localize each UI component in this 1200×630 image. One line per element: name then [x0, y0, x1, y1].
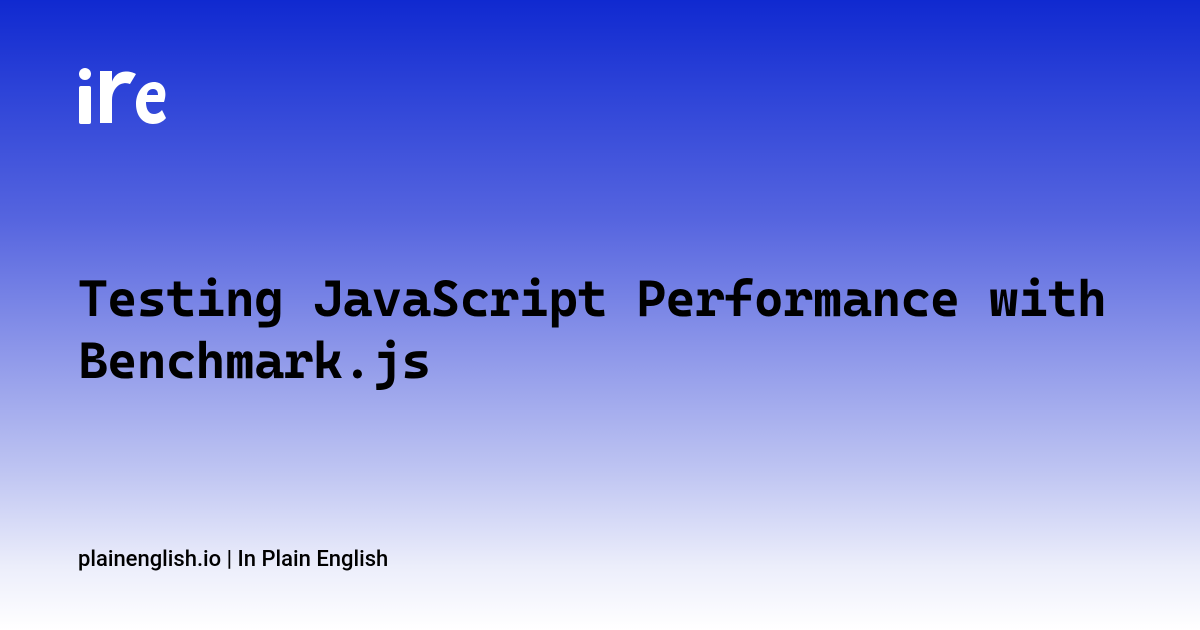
site-attribution: plainenglish.io | In Plain English [78, 547, 388, 572]
ipe-logo [78, 68, 166, 126]
article-title: Testing JavaScript Performance with Benc… [78, 268, 1122, 392]
